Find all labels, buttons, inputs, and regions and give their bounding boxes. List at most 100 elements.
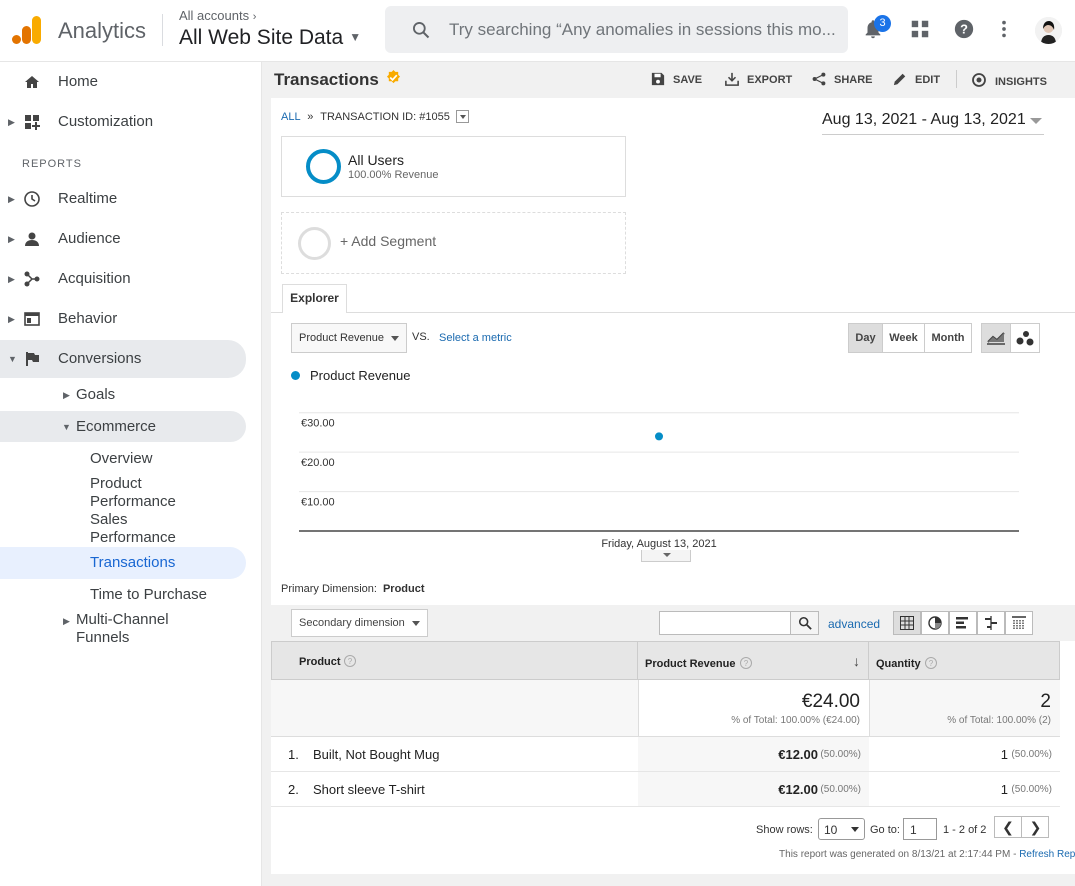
advanced-filter-link[interactable]: advanced	[828, 617, 880, 631]
expand-arrow-icon: ▶	[8, 234, 15, 244]
metric-select[interactable]: Product Revenue	[291, 323, 407, 353]
column-header-product[interactable]: Product?	[271, 641, 638, 680]
property-name: All Web Site Data	[179, 26, 344, 49]
edit-button[interactable]: EDIT	[893, 72, 940, 86]
refresh-report-link[interactable]: Refresh Report	[1019, 849, 1075, 860]
performance-view-button[interactable]	[949, 611, 977, 635]
empty-segment-ring-icon	[298, 227, 331, 260]
product-name-link[interactable]: Built, Not Bought Mug	[313, 747, 439, 762]
chart-data-point	[655, 432, 663, 441]
secondary-dimension-select[interactable]: Secondary dimension	[291, 609, 428, 637]
column-header-quantity[interactable]: Quantity?	[868, 641, 1060, 680]
table-search-button[interactable]	[790, 612, 818, 634]
secondary-dimension-label: Secondary dimension	[299, 617, 405, 629]
week-button[interactable]: Week	[882, 323, 925, 353]
add-segment-button[interactable]: + Add Segment	[281, 212, 626, 274]
date-range-picker[interactable]: Aug 13, 2021 - Aug 13, 2021	[822, 111, 1044, 135]
primary-dimension-value[interactable]: Product	[383, 583, 425, 595]
segment-percentage: 100.00% Revenue	[348, 169, 439, 181]
prev-page-button[interactable]: ❮	[995, 817, 1022, 837]
acquisition-icon	[24, 271, 40, 287]
help-icon[interactable]: ?	[953, 18, 975, 40]
table-view-button[interactable]	[893, 611, 921, 635]
pivot-view-button[interactable]	[1005, 611, 1033, 635]
row-revenue-cell: €12.00 (50.00%)	[638, 772, 869, 806]
search-bar[interactable]: Try searching “Any anomalies in sessions…	[385, 6, 848, 53]
sidebar-item-home[interactable]: Home	[0, 66, 260, 98]
goto-value: 1	[910, 823, 917, 837]
breadcrumb-all-link[interactable]: ALL	[281, 111, 300, 123]
insights-button[interactable]: INSIGHTS	[971, 72, 1047, 88]
sidebar-item-conversions[interactable]: ▼ Conversions	[0, 343, 260, 375]
brand-name: Analytics	[58, 18, 147, 43]
sidebar-item-label: Audience	[58, 230, 121, 247]
sidebar-item-multichannel[interactable]: Multi-Channel Funnels	[76, 611, 186, 647]
product-name-link[interactable]: Short sleeve T-shirt	[313, 782, 425, 797]
expand-arrow-icon: ▶	[8, 117, 15, 127]
chart-expand-handle[interactable]	[641, 550, 691, 562]
day-button[interactable]: Day	[848, 323, 883, 353]
help-tooltip-icon[interactable]: ?	[925, 657, 937, 669]
row-quantity: 1	[1000, 747, 1008, 762]
help-tooltip-icon[interactable]: ?	[740, 657, 752, 669]
caret-down-icon	[412, 621, 420, 626]
share-icon	[812, 72, 826, 86]
help-tooltip-icon[interactable]: ?	[344, 655, 356, 667]
search-icon	[798, 616, 812, 630]
report-title-bar: Transactions SAVE EXPORT SHARE EDIT INSI…	[262, 62, 1075, 96]
show-rows-select[interactable]: 10	[818, 818, 865, 840]
reports-header: REPORTS	[22, 158, 82, 170]
expand-arrow-icon: ▶	[8, 274, 15, 284]
chart-legend: Product Revenue	[291, 368, 410, 383]
pie-view-button[interactable]	[921, 611, 949, 635]
behavior-icon	[24, 312, 40, 326]
next-page-button[interactable]: ❯	[1022, 817, 1049, 837]
breadcrumb-separator: »	[307, 111, 314, 123]
export-icon	[725, 72, 739, 86]
column-header-revenue[interactable]: Product Revenue? ↓	[637, 641, 869, 680]
collapse-arrow-icon: ▼	[62, 422, 71, 432]
tab-explorer[interactable]: Explorer	[282, 284, 347, 313]
share-label: SHARE	[834, 74, 873, 86]
select-metric-link[interactable]: Select a metric	[439, 332, 512, 344]
sidebar-item-customization[interactable]: ▶ Customization	[0, 106, 260, 138]
save-button[interactable]: SAVE	[651, 72, 702, 86]
property-selector[interactable]: All Web Site Data ▼	[179, 26, 361, 50]
sidebar-item-goals[interactable]: Goals	[76, 386, 115, 404]
sidebar-item-overview[interactable]: Overview	[90, 450, 153, 468]
sidebar-item-transactions[interactable]: Transactions	[90, 554, 175, 572]
apps-grid-icon[interactable]	[909, 18, 931, 40]
export-button[interactable]: EXPORT	[725, 72, 792, 86]
export-label: EXPORT	[747, 74, 793, 86]
sidebar-item-behavior[interactable]: ▶ Behavior	[0, 303, 260, 335]
search-placeholder: Try searching “Any anomalies in sessions…	[449, 20, 836, 39]
caret-down-icon	[391, 336, 399, 341]
goto-input[interactable]: 1	[903, 818, 937, 840]
sidebar-item-acquisition[interactable]: ▶ Acquisition	[0, 263, 260, 295]
motion-chart-toggle[interactable]	[1010, 323, 1040, 353]
comparison-view-button[interactable]	[977, 611, 1005, 635]
line-chart-toggle[interactable]	[981, 323, 1011, 353]
sidebar-item-label: Conversions	[58, 350, 142, 367]
notification-badge: 3	[874, 15, 891, 32]
sidebar-item-audience[interactable]: ▶ Audience	[0, 223, 260, 255]
table-search-input[interactable]	[659, 611, 819, 635]
month-button[interactable]: Month	[924, 323, 972, 353]
sidebar-item-product-performance[interactable]: Product Performance	[90, 475, 210, 511]
share-button[interactable]: SHARE	[812, 72, 873, 86]
more-vert-icon[interactable]	[993, 18, 1015, 40]
row-quantity-cell: 1 (50.00%)	[869, 772, 1060, 806]
sidebar-item-ecommerce[interactable]: Ecommerce	[76, 418, 156, 436]
sidebar-item-realtime[interactable]: ▶ Realtime	[0, 183, 260, 215]
account-selector[interactable]: All accounts ›	[179, 8, 256, 23]
analytics-logo-icon[interactable]	[12, 14, 42, 46]
sidebar-item-sales-performance[interactable]: Sales Performance	[90, 511, 210, 547]
sort-arrow-down-icon[interactable]: ↓	[853, 653, 860, 669]
row-revenue: €12.00	[778, 782, 818, 797]
avatar[interactable]	[1035, 17, 1062, 44]
breadcrumb-dropdown-icon[interactable]	[455, 110, 469, 123]
main-content: Transactions SAVE EXPORT SHARE EDIT INSI…	[262, 62, 1075, 886]
segment-all-users[interactable]: All Users 100.00% Revenue	[281, 136, 626, 197]
sidebar-item-time-to-purchase[interactable]: Time to Purchase	[90, 586, 207, 604]
tab-divider	[271, 312, 1075, 313]
